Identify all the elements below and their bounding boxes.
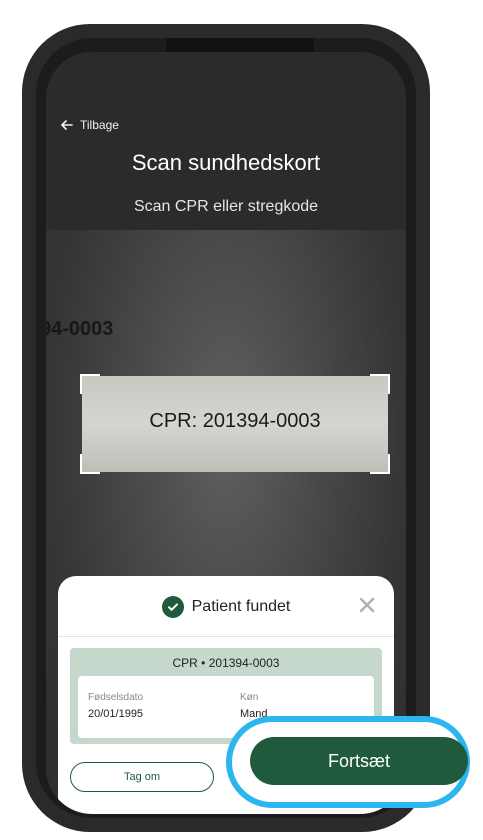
page-subtitle: Scan CPR eller stregkode	[133, 198, 319, 215]
frame-corner-top-left	[80, 374, 100, 394]
scan-header: Tilbage Scan sundhedskort Scan CPR eller…	[46, 52, 406, 230]
patient-found-status: Patient fundet	[58, 596, 394, 618]
continue-button[interactable]: Fortsæt	[250, 737, 468, 785]
patient-found-text: Patient fundet	[191, 598, 291, 615]
gender-label: Køn	[240, 692, 259, 703]
close-icon[interactable]	[356, 594, 378, 616]
continue-highlight: Fortsæt	[226, 716, 470, 808]
page-title: Scan sundhedskort	[131, 150, 321, 175]
scanned-cpr-text: CPR: 201394-0003	[149, 410, 321, 432]
phone-bezel: Tilbage Scan sundhedskort Scan CPR eller…	[36, 38, 416, 818]
back-button[interactable]: Tilbage	[60, 118, 119, 132]
background-card-text: 94-0003	[46, 318, 114, 340]
retake-button[interactable]: Tag om	[70, 762, 214, 792]
back-label: Tilbage	[80, 118, 119, 132]
phone-frame: Tilbage Scan sundhedskort Scan CPR eller…	[22, 24, 430, 832]
birthdate-label: Fødselsdato	[88, 692, 144, 703]
cpr-line: CPR • 201394-0003	[172, 656, 280, 670]
frame-corner-bottom-left	[80, 454, 100, 474]
result-sheet-header: Patient fundet	[58, 576, 394, 637]
app-screen: Tilbage Scan sundhedskort Scan CPR eller…	[46, 52, 406, 814]
birthdate-value: 20/01/1995	[88, 708, 144, 720]
scan-frame: CPR: 201394-0003	[80, 374, 390, 474]
check-icon	[161, 596, 184, 618]
frame-corner-bottom-right	[370, 454, 390, 474]
frame-corner-top-right	[370, 374, 390, 394]
arrow-left-icon	[61, 120, 73, 130]
